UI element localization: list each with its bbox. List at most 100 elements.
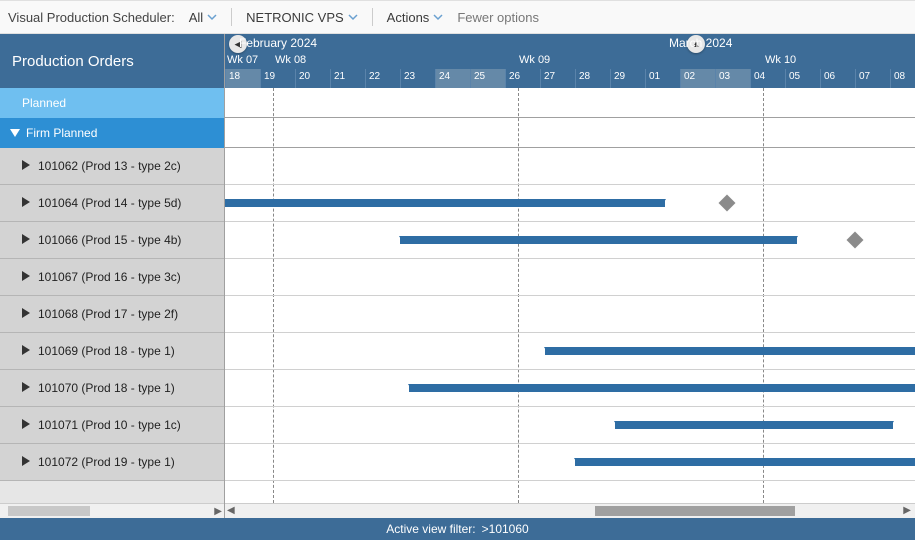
gantt-bar[interactable] [545,347,915,355]
actions-dropdown[interactable]: Actions [387,10,444,25]
scrollbar-thumb[interactable] [595,506,795,516]
toolbar: Visual Production Scheduler: All NETRONI… [0,0,915,34]
category-label: Firm Planned [26,126,97,140]
timeline-header: ◀ ▲ February 2024March 2024 Wk 07Wk 08Wk… [225,34,915,88]
category-planned[interactable]: Planned [0,88,224,118]
timeline-week-label: Wk 10 [765,54,796,66]
fewer-options-link[interactable]: Fewer options [457,10,539,25]
timeline-week-label: Wk 08 [275,54,306,66]
timeline-week-label: Wk 09 [519,54,550,66]
filter-dropdown[interactable]: All [189,10,217,25]
list-item-label: 101068 (Prod 17 - type 2f) [38,307,178,321]
gridline-horizontal [225,406,915,407]
milestone-icon[interactable] [719,195,736,212]
gridline-horizontal [225,369,915,370]
sidebar-h-scrollbar[interactable]: ▶ [0,503,224,518]
status-footer: Active view filter: >101060 [0,518,915,540]
list-item-label: 101071 (Prod 10 - type 1c) [38,418,181,432]
timeline-day-cell: 24 [435,69,470,88]
gridline-horizontal [225,258,915,259]
triangle-right-icon [22,418,30,432]
list-item-label: 101070 (Prod 18 - type 1) [38,381,175,395]
list-item[interactable]: 101070 (Prod 18 - type 1) [0,370,224,407]
list-item-label: 101072 (Prod 19 - type 1) [38,455,175,469]
timeline-day-cell: 03 [715,69,750,88]
timeline-day-cell: 29 [610,69,645,88]
triangle-right-icon [22,455,30,469]
filter-dropdown-label: All [189,10,203,25]
timeline-day-cell: 01 [645,69,680,88]
category-firm-planned[interactable]: Firm Planned [0,118,224,148]
list-item-label: 101067 (Prod 16 - type 3c) [38,270,181,284]
timeline-month-label: February 2024 [239,36,317,50]
list-item-label: 101069 (Prod 18 - type 1) [38,344,175,358]
gantt-chart: ◀ ▲ February 2024March 2024 Wk 07Wk 08Wk… [225,34,915,518]
timeline-day-cell: 26 [505,69,540,88]
timeline-day-cell: 02 [680,69,715,88]
gantt-bar[interactable] [615,421,893,429]
scrollbar-thumb[interactable] [8,506,90,516]
gantt-bar[interactable] [225,199,665,207]
list-item-label: 101064 (Prod 14 - type 5d) [38,196,181,210]
list-item[interactable]: 101062 (Prod 13 - type 2c) [0,148,224,185]
gridline-horizontal [225,443,915,444]
gantt-bar[interactable] [409,384,915,392]
triangle-right-icon [22,381,30,395]
list-item[interactable]: 101072 (Prod 19 - type 1) [0,444,224,481]
milestone-icon[interactable] [847,232,864,249]
triangle-right-icon [22,196,30,210]
timeline-day-cell: 27 [540,69,575,88]
timeline-day-cell: 20 [295,69,330,88]
scroll-left-icon[interactable]: ◀ [227,505,235,516]
timeline-day-cell: 04 [750,69,785,88]
list-item[interactable]: 101068 (Prod 17 - type 2f) [0,296,224,333]
list-item-label: 101066 (Prod 15 - type 4b) [38,233,181,247]
timeline-month-label: March 2024 [669,36,732,50]
profile-dropdown-label: NETRONIC VPS [246,10,344,25]
list-item[interactable]: 101066 (Prod 15 - type 4b) [0,222,224,259]
gridline-horizontal [225,184,915,185]
gantt-bar[interactable] [575,458,915,466]
timeline-day-cell: 28 [575,69,610,88]
chart-h-scrollbar[interactable]: ◀ ▶ [225,503,915,518]
toolbar-title: Visual Production Scheduler: [8,10,175,25]
timeline-day-cell: 05 [785,69,820,88]
chevron-down-icon [433,10,443,25]
list-item[interactable]: 101067 (Prod 16 - type 3c) [0,259,224,296]
gantt-grid[interactable] [225,88,915,503]
sidebar: Production Orders Planned Firm Planned 1… [0,34,225,518]
filter-status-value: >101060 [482,522,529,536]
toolbar-separator [372,8,373,26]
sidebar-items: 101062 (Prod 13 - type 2c) 101064 (Prod 1… [0,148,224,503]
gridline-horizontal [225,480,915,481]
timeline-day-cell: 06 [820,69,855,88]
timeline-day-cell: 25 [470,69,505,88]
list-item[interactable]: 101069 (Prod 18 - type 1) [0,333,224,370]
chevron-down-icon [207,10,217,25]
timeline-day-cell: 23 [400,69,435,88]
timeline-day-cell: 18 [225,69,260,88]
timeline-day-cell: 19 [260,69,295,88]
gridline-horizontal [225,332,915,333]
filter-status-label: Active view filter: [386,522,475,536]
scroll-right-icon[interactable]: ▶ [214,506,222,517]
gridline-horizontal [225,221,915,222]
actions-dropdown-label: Actions [387,10,430,25]
scroll-right-icon[interactable]: ▶ [903,505,911,516]
triangle-right-icon [22,159,30,173]
triangle-right-icon [22,307,30,321]
category-label: Planned [22,96,66,110]
list-item[interactable]: 101064 (Prod 14 - type 5d) [0,185,224,222]
profile-dropdown[interactable]: NETRONIC VPS [246,10,358,25]
timeline-day-cell: 22 [365,69,400,88]
list-item-label: 101062 (Prod 13 - type 2c) [38,159,181,173]
timeline-day-cell: 08 [890,69,915,88]
triangle-right-icon [22,344,30,358]
list-item[interactable]: 101071 (Prod 10 - type 1c) [0,407,224,444]
gantt-bar[interactable] [400,236,797,244]
timeline-day-cell: 21 [330,69,365,88]
gridline-horizontal [225,295,915,296]
timeline-week-label: Wk 07 [227,54,258,66]
chevron-down-icon [348,10,358,25]
triangle-right-icon [22,270,30,284]
